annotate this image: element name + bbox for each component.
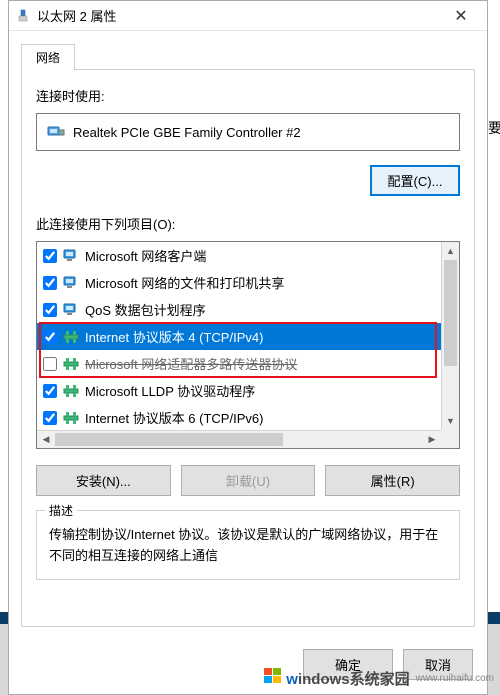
ethernet-adapter-icon: [47, 124, 65, 140]
close-button[interactable]: ✕: [441, 2, 481, 30]
monitor-icon: [63, 302, 79, 318]
tab-network[interactable]: 网络: [21, 44, 75, 70]
adapter-label: 连接时使用:: [36, 86, 460, 105]
list-scroll-area[interactable]: Microsoft 网络客户端 Microsoft 网络的文件和打印机共享 QoS …: [37, 242, 441, 430]
scroll-down-button[interactable]: ▼: [442, 412, 459, 430]
item-checkbox[interactable]: [43, 303, 57, 317]
configure-button[interactable]: 配置(C)...: [370, 165, 460, 196]
watermark-text: windows系统家园: [286, 668, 409, 689]
clipped-side-text: 要: [488, 118, 500, 138]
tab-panel: 连接时使用: Realtek PCIe GBE Family Controlle…: [21, 69, 475, 627]
network-adapter-icon: [15, 8, 31, 24]
item-text: QoS 数据包计划程序: [85, 300, 206, 319]
scroll-corner: [441, 430, 459, 448]
adapter-name: Realtek PCIe GBE Family Controller #2: [73, 125, 301, 140]
items-list: Microsoft 网络客户端 Microsoft 网络的文件和打印机共享 QoS …: [36, 241, 460, 449]
description-text: 传输控制协议/Internet 协议。该协议是默认的广域网络协议，用于在不同的相…: [49, 525, 447, 567]
horizontal-scrollbar[interactable]: ◀ ▶: [37, 430, 441, 448]
install-button[interactable]: 安装(N)...: [36, 465, 171, 496]
hscroll-thumb[interactable]: [55, 433, 283, 446]
protocol-icon: [63, 410, 79, 426]
item-buttons-row: 安装(N)... 卸载(U) 属性(R): [36, 465, 460, 496]
monitor-icon: [63, 275, 79, 291]
scroll-thumb[interactable]: [444, 260, 457, 366]
item-checkbox[interactable]: [43, 357, 57, 371]
vertical-scrollbar[interactable]: ▲ ▼: [441, 242, 459, 430]
hscroll-track[interactable]: [55, 431, 423, 448]
list-item[interactable]: Microsoft 网络适配器多路传送器协议: [37, 350, 441, 377]
list-item[interactable]: Internet 协议版本 4 (TCP/IPv4): [37, 323, 441, 350]
protocol-icon: [63, 383, 79, 399]
items-label: 此连接使用下列项目(O):: [36, 214, 460, 233]
hscroll-left-button[interactable]: ◀: [37, 431, 55, 448]
scroll-up-button[interactable]: ▲: [442, 242, 459, 260]
close-icon: ✕: [454, 6, 467, 26]
watermark: windows系统家园 www.ruihaifu.com: [264, 667, 494, 689]
item-text: Microsoft 网络客户端: [85, 246, 206, 265]
item-checkbox[interactable]: [43, 330, 57, 344]
scroll-track[interactable]: [442, 260, 459, 412]
monitor-icon: [63, 248, 79, 264]
item-text: Microsoft 网络的文件和打印机共享: [85, 273, 284, 292]
windows-logo-icon: [264, 667, 282, 689]
adapter-box: Realtek PCIe GBE Family Controller #2: [36, 113, 460, 151]
item-checkbox[interactable]: [43, 384, 57, 398]
list-item[interactable]: Microsoft 网络的文件和打印机共享: [37, 269, 441, 296]
item-checkbox[interactable]: [43, 411, 57, 425]
item-checkbox[interactable]: [43, 276, 57, 290]
item-text: Internet 协议版本 6 (TCP/IPv6): [85, 408, 263, 427]
hscroll-right-button[interactable]: ▶: [423, 431, 441, 448]
properties-window: 以太网 2 属性 ✕ 网络 连接时使用: Realtek PCIe GBE Fa…: [8, 0, 488, 695]
protocol-icon: [63, 329, 79, 345]
protocol-icon: [63, 356, 79, 372]
properties-button[interactable]: 属性(R): [325, 465, 460, 496]
titlebar: 以太网 2 属性 ✕: [9, 1, 487, 31]
configure-row: 配置(C)...: [36, 165, 460, 196]
description-legend: 描述: [45, 502, 77, 519]
item-text: Microsoft 网络适配器多路传送器协议: [85, 354, 297, 373]
item-checkbox[interactable]: [43, 249, 57, 263]
watermark-url: www.ruihaifu.com: [416, 673, 494, 684]
description-group: 描述 传输控制协议/Internet 协议。该协议是默认的广域网络协议，用于在不…: [36, 510, 460, 580]
tab-label: 网络: [36, 51, 60, 65]
list-item[interactable]: Internet 协议版本 6 (TCP/IPv6): [37, 404, 441, 430]
tabs: 网络: [9, 31, 487, 69]
uninstall-button: 卸载(U): [181, 465, 316, 496]
list-item[interactable]: Microsoft LLDP 协议驱动程序: [37, 377, 441, 404]
list-item[interactable]: Microsoft 网络客户端: [37, 242, 441, 269]
item-text: Microsoft LLDP 协议驱动程序: [85, 381, 255, 400]
list-item[interactable]: QoS 数据包计划程序: [37, 296, 441, 323]
window-title: 以太网 2 属性: [37, 6, 441, 25]
item-text: Internet 协议版本 4 (TCP/IPv4): [85, 327, 263, 346]
